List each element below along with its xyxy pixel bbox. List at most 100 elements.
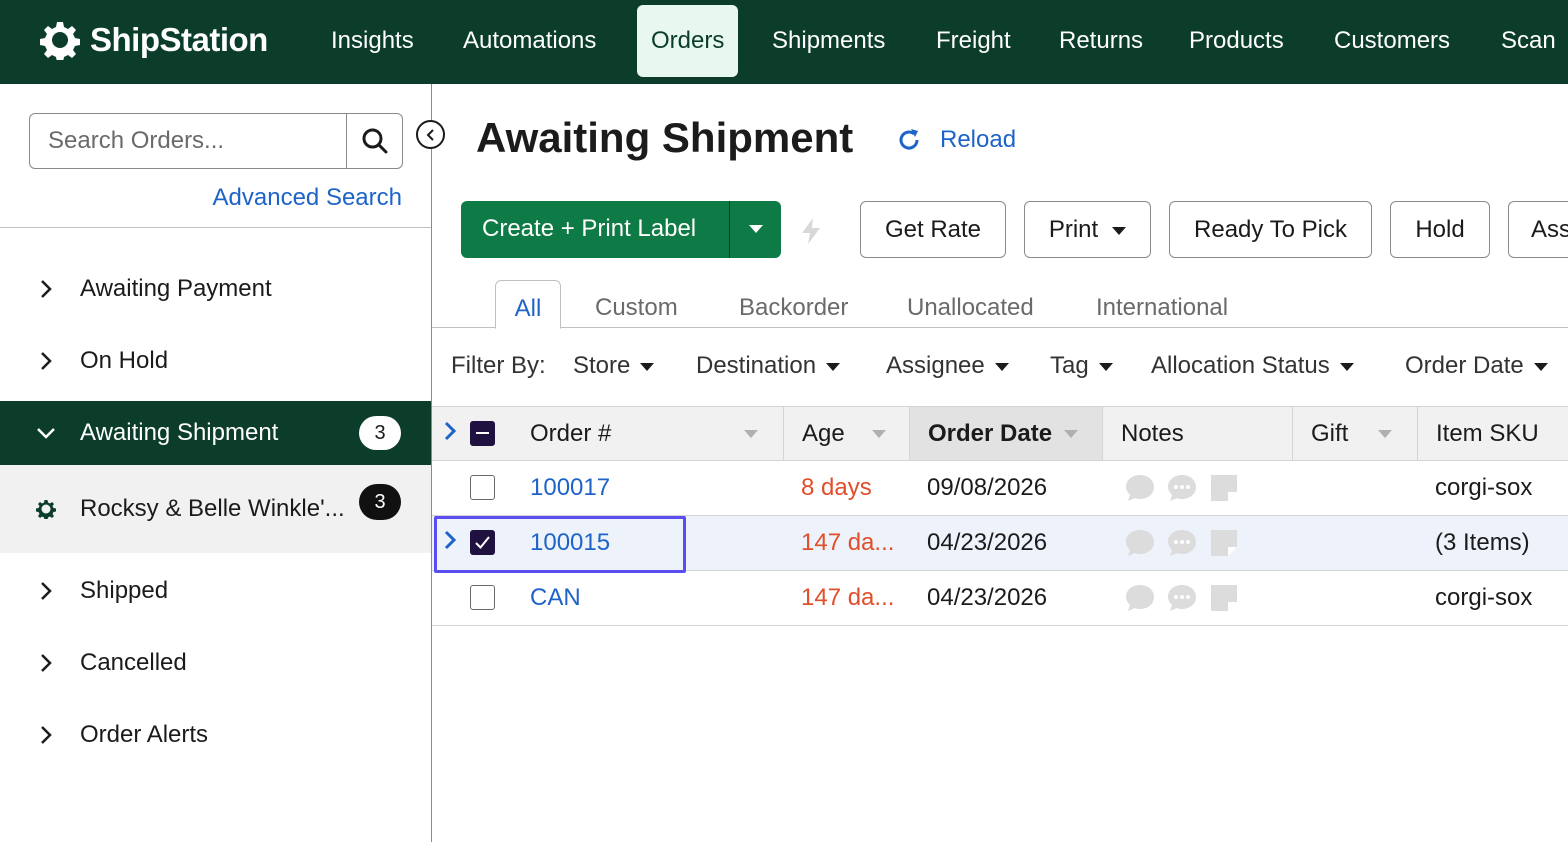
- ready-to-pick-button[interactable]: Ready To Pick: [1169, 201, 1372, 258]
- filter-allocation-status[interactable]: Allocation Status: [1151, 352, 1354, 380]
- filter-store-label: Store: [573, 352, 631, 379]
- reload-button[interactable]: Reload: [896, 126, 1016, 154]
- chevron-right-icon: [41, 280, 52, 298]
- search-box: [29, 113, 403, 169]
- customer-note-icon[interactable]: [1124, 472, 1156, 504]
- print-label: Print: [1048, 216, 1099, 243]
- filter-store[interactable]: Store: [573, 352, 655, 380]
- filter-destination[interactable]: Destination: [696, 352, 841, 380]
- internal-note-icon[interactable]: [1166, 527, 1198, 559]
- caret-down-icon: [1098, 362, 1113, 371]
- gift-note-icon[interactable]: [1208, 527, 1240, 559]
- table-row[interactable]: 100017 8 days 09/08/2026 corgi-sox: [432, 461, 1568, 516]
- main-content: Awaiting Shipment Reload Create + Print …: [432, 84, 1568, 842]
- tab-custom[interactable]: Custom: [595, 280, 678, 328]
- sidebar-item-on-hold[interactable]: On Hold: [0, 329, 431, 393]
- notes-icons: [1124, 472, 1240, 504]
- notes-icons: [1124, 582, 1240, 614]
- sidebar-item-label: Shipped: [80, 577, 169, 604]
- sidebar: Advanced Search Awaiting Payment On Hold…: [0, 84, 432, 842]
- search-input[interactable]: [30, 114, 346, 168]
- filter-tag[interactable]: Tag: [1050, 352, 1113, 380]
- sidebar-item-awaiting-shipment[interactable]: Awaiting Shipment 3: [0, 401, 431, 465]
- sidebar-item-awaiting-payment[interactable]: Awaiting Payment: [0, 257, 431, 321]
- filter-order-date-label: Order Date: [1405, 352, 1524, 379]
- tab-all[interactable]: All: [495, 280, 561, 329]
- column-label: Notes: [1121, 420, 1184, 447]
- order-date: 09/08/2026: [927, 474, 1048, 501]
- order-number-link[interactable]: 100017: [530, 461, 610, 515]
- table-header: Order # Age Order Date Notes Gift Item S…: [432, 406, 1568, 461]
- column-gift[interactable]: Gift: [1292, 407, 1417, 460]
- count-badge: 3: [359, 484, 401, 520]
- gift-note-icon[interactable]: [1208, 582, 1240, 614]
- logo[interactable]: ShipStation: [40, 20, 268, 60]
- page-title: Awaiting Shipment: [476, 114, 854, 161]
- column-order-number[interactable]: Order #: [512, 407, 783, 460]
- hold-button[interactable]: Hold: [1390, 201, 1490, 258]
- internal-note-icon[interactable]: [1166, 582, 1198, 614]
- sidebar-item-label: On Hold: [80, 347, 169, 374]
- nav-orders[interactable]: Orders: [637, 5, 739, 77]
- nav-shipments[interactable]: Shipments: [758, 5, 899, 77]
- collapse-sidebar-button[interactable]: [416, 120, 445, 149]
- caret-down-icon: [826, 362, 841, 371]
- row-checkbox[interactable]: [470, 475, 495, 500]
- chevron-left-icon: [426, 128, 434, 141]
- nav-insights[interactable]: Insights: [317, 5, 428, 77]
- table-row[interactable]: CAN 147 da... 04/23/2026 corgi-sox: [432, 571, 1568, 626]
- tab-unallocated[interactable]: Unallocated: [907, 280, 1034, 328]
- customer-note-icon[interactable]: [1124, 582, 1156, 614]
- nav-freight[interactable]: Freight: [922, 5, 1025, 77]
- sidebar-item-label: Order Alerts: [80, 721, 209, 748]
- order-age: 8 days: [801, 474, 872, 501]
- filter-order-date[interactable]: Order Date: [1405, 352, 1548, 380]
- nav-scan[interactable]: Scan: [1487, 5, 1568, 77]
- assign-button[interactable]: Ass: [1508, 201, 1568, 258]
- nav-customers[interactable]: Customers: [1320, 5, 1464, 77]
- search-button[interactable]: [346, 114, 403, 168]
- internal-note-icon[interactable]: [1166, 472, 1198, 504]
- sort-icon: [1378, 430, 1392, 438]
- column-label: Item SKU: [1436, 420, 1539, 447]
- column-age[interactable]: Age: [783, 407, 909, 460]
- column-item-sku[interactable]: Item SKU: [1417, 407, 1568, 460]
- print-button[interactable]: Print: [1024, 201, 1151, 258]
- divider: [0, 227, 431, 228]
- search-icon: [362, 128, 388, 154]
- create-print-label-text: Create + Print Label: [482, 215, 697, 242]
- filter-assignee[interactable]: Assignee: [886, 352, 1009, 380]
- select-all-checkbox[interactable]: [470, 421, 495, 446]
- gift-note-icon[interactable]: [1208, 472, 1240, 504]
- nav-automations[interactable]: Automations: [449, 5, 610, 77]
- row-checkbox[interactable]: [470, 585, 495, 610]
- sidebar-item-cancelled[interactable]: Cancelled: [0, 631, 431, 695]
- filter-destination-label: Destination: [696, 352, 817, 379]
- chevron-right-icon: [41, 352, 52, 370]
- create-print-label-button[interactable]: Create + Print Label: [461, 201, 781, 258]
- tab-international[interactable]: International: [1096, 280, 1228, 328]
- sidebar-item-label: Awaiting Shipment: [80, 419, 279, 446]
- column-label: Gift: [1311, 420, 1349, 447]
- caret-down-icon[interactable]: [749, 225, 763, 233]
- sidebar-item-order-alerts[interactable]: Order Alerts: [0, 703, 431, 767]
- sort-icon: [872, 430, 886, 438]
- sidebar-item-store[interactable]: Rocksy & Belle Winkle'... 3: [0, 465, 431, 553]
- order-number-link[interactable]: CAN: [530, 571, 581, 625]
- column-order-date[interactable]: Order Date: [909, 407, 1102, 460]
- nav-products[interactable]: Products: [1175, 5, 1298, 77]
- expand-row-icon[interactable]: [443, 530, 457, 550]
- column-notes[interactable]: Notes: [1102, 407, 1292, 460]
- row-checkbox[interactable]: [470, 530, 495, 555]
- get-rate-button[interactable]: Get Rate: [860, 201, 1006, 258]
- sidebar-item-shipped[interactable]: Shipped: [0, 559, 431, 623]
- expand-all-icon[interactable]: [443, 421, 457, 441]
- filter-allocation-status-label: Allocation Status: [1151, 352, 1330, 379]
- nav-returns[interactable]: Returns: [1045, 5, 1157, 77]
- order-number-link[interactable]: 100015: [530, 516, 610, 570]
- tab-backorder[interactable]: Backorder: [739, 280, 848, 328]
- table-row[interactable]: 100015 147 da... 04/23/2026 (3 Items): [432, 516, 1568, 571]
- customer-note-icon[interactable]: [1124, 527, 1156, 559]
- caret-down-icon: [1112, 226, 1127, 235]
- advanced-search-link[interactable]: Advanced Search: [213, 184, 402, 212]
